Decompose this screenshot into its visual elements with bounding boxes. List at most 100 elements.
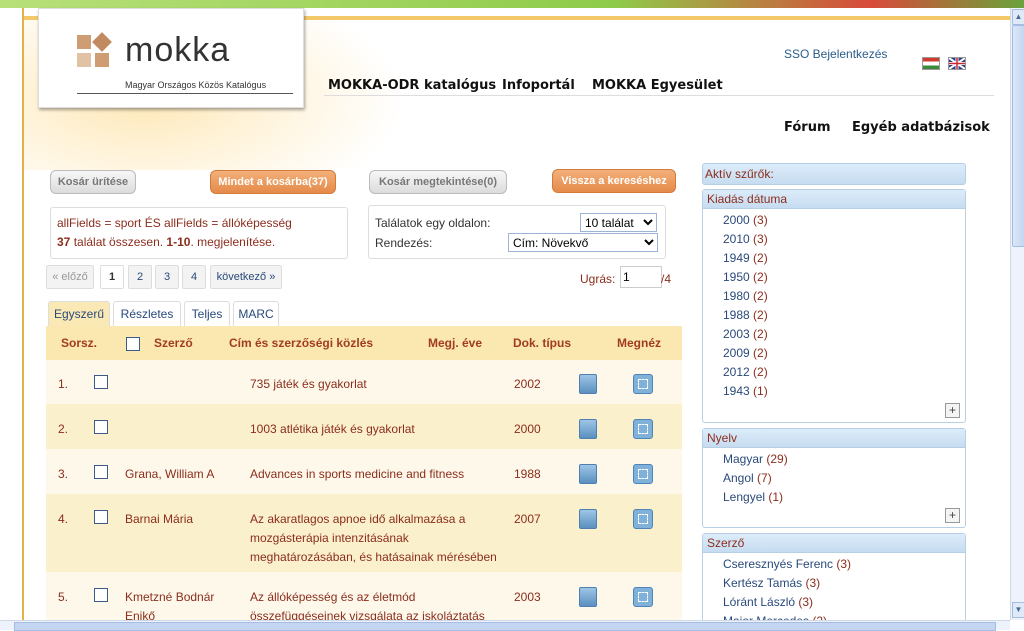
next-page-button[interactable]: következő » bbox=[210, 265, 282, 289]
preview-icon[interactable] bbox=[633, 587, 653, 607]
row-title-line[interactable]: mozgásterápia intenzitásának bbox=[250, 531, 409, 545]
tab-marc[interactable]: MARC bbox=[233, 301, 279, 327]
page-1[interactable]: 1 bbox=[100, 265, 124, 289]
page-frame: mokka Magyar Országos Közös Katalógus MO… bbox=[22, 8, 1016, 629]
facet-item[interactable]: Lengyel (1) bbox=[723, 490, 783, 504]
col-dok-tipus[interactable]: Dok. típus bbox=[513, 336, 571, 350]
horizontal-scrollbar-thumb[interactable] bbox=[14, 622, 996, 631]
book-icon bbox=[579, 419, 597, 439]
page-3[interactable]: 3 bbox=[155, 265, 179, 289]
add-all-to-cart-button[interactable]: Mindet a kosárba(37) bbox=[210, 170, 336, 194]
facet-item[interactable]: 2012 (2) bbox=[723, 365, 768, 379]
nav-infoportal[interactable]: Infoportál bbox=[502, 78, 575, 93]
active-filters-header: Aktív szűrők: bbox=[702, 163, 966, 185]
table-row: 2. 1003 atlétika játék és gyakorlat 2000 bbox=[46, 404, 682, 449]
facet-item[interactable]: Magyar (29) bbox=[723, 452, 788, 466]
tab-egyszeru[interactable]: Egyszerű bbox=[48, 301, 110, 327]
logo-square bbox=[77, 53, 91, 67]
facet-title: Szerző bbox=[703, 534, 965, 553]
row-title[interactable]: Advances in sports medicine and fitness bbox=[250, 467, 464, 481]
facet-item[interactable]: 2010 (3) bbox=[723, 232, 768, 246]
row-title[interactable]: 1003 atlétika játék és gyakorlat bbox=[250, 422, 415, 436]
clear-cart-button[interactable]: Kosár ürítése bbox=[50, 170, 136, 194]
facet-item[interactable]: 2000 (3) bbox=[723, 213, 768, 227]
logo-diamond bbox=[92, 32, 112, 52]
result-count: 37 bbox=[57, 235, 71, 249]
book-icon bbox=[579, 464, 597, 484]
facet-item[interactable]: Lóránt László (3) bbox=[723, 595, 813, 609]
query-summary-box: allFields = sport ÉS allFields = állókép… bbox=[50, 207, 348, 259]
row-year: 2000 bbox=[514, 422, 541, 436]
back-to-search-button[interactable]: Vissza a kereséshez bbox=[552, 169, 676, 193]
facet-item[interactable]: 2003 (2) bbox=[723, 327, 768, 341]
scrollbar-thumb[interactable] bbox=[1012, 25, 1024, 247]
facet-item[interactable]: 1949 (2) bbox=[723, 251, 768, 265]
row-title-line[interactable]: Az állóképesség és az életmód bbox=[250, 590, 415, 604]
english-flag-icon[interactable] bbox=[948, 57, 966, 70]
facet-item[interactable]: Kertész Tamás (3) bbox=[723, 576, 820, 590]
preview-icon[interactable] bbox=[633, 374, 653, 394]
preview-icon[interactable] bbox=[633, 509, 653, 529]
nav-mokka-egyesulet[interactable]: MOKKA Egyesület bbox=[592, 78, 723, 93]
row-checkbox[interactable] bbox=[94, 420, 108, 434]
active-filters-label: Aktív szűrők: bbox=[705, 167, 774, 181]
row-title-line[interactable]: Az akaratlagos apnoe idő alkalmazása a bbox=[250, 512, 465, 526]
row-number: 3. bbox=[58, 467, 69, 481]
row-year: 2007 bbox=[514, 512, 541, 526]
tab-teljes[interactable]: Teljes bbox=[184, 301, 230, 327]
per-page-select[interactable]: 10 találat bbox=[580, 213, 657, 232]
vertical-scrollbar[interactable]: ▲ ▼ bbox=[1010, 8, 1024, 620]
nav-forum[interactable]: Fórum bbox=[784, 120, 831, 135]
sort-label: Rendezés: bbox=[375, 236, 433, 250]
nav-odr-katalogus[interactable]: MOKKA-ODR katalógus bbox=[328, 78, 496, 93]
facet-item[interactable]: 1943 (1) bbox=[723, 384, 768, 398]
row-author[interactable]: Grana, William A bbox=[125, 467, 214, 481]
expand-plus-icon[interactable]: + bbox=[945, 403, 960, 418]
prev-page-button[interactable]: « előző bbox=[46, 265, 94, 289]
jump-page-input[interactable] bbox=[620, 266, 662, 288]
table-row: 4. Barnai Mária Az akaratlagos apnoe idő… bbox=[46, 494, 682, 572]
col-megj-eve[interactable]: Megj. éve bbox=[428, 336, 482, 350]
expand-plus-icon[interactable]: + bbox=[945, 508, 960, 523]
facet-item[interactable]: 1988 (2) bbox=[723, 308, 768, 322]
mokka-logo[interactable]: mokka Magyar Országos Közös Katalógus bbox=[38, 8, 304, 108]
row-checkbox[interactable] bbox=[94, 588, 108, 602]
row-author[interactable]: Barnai Mária bbox=[125, 512, 193, 526]
result-range: 1-10 bbox=[166, 235, 191, 249]
view-cart-button[interactable]: Kosár megtekintése(0) bbox=[369, 170, 507, 194]
row-number: 4. bbox=[58, 512, 69, 526]
logo-brand: mokka bbox=[125, 31, 231, 69]
tab-reszletes[interactable]: Részletes bbox=[113, 301, 181, 327]
facet-item[interactable]: 1950 (2) bbox=[723, 270, 768, 284]
sort-select[interactable]: Cím: Növekvő bbox=[508, 233, 658, 252]
row-title[interactable]: 735 játék és gyakorlat bbox=[250, 377, 367, 391]
row-title-line[interactable]: meghatározásában, és hatásainak mérésébe… bbox=[250, 550, 497, 564]
row-author-line[interactable]: Kmetzné Bodnár bbox=[125, 590, 214, 604]
result-count-text: 37 találat összesen. 1-10. megjelenítése… bbox=[57, 235, 275, 249]
preview-icon[interactable] bbox=[633, 464, 653, 484]
select-all-checkbox[interactable] bbox=[126, 337, 140, 351]
row-number: 2. bbox=[58, 422, 69, 436]
facet-title: Kiadás dátuma bbox=[703, 190, 965, 209]
facet-item[interactable]: 1980 (2) bbox=[723, 289, 768, 303]
col-megnez: Megnéz bbox=[617, 336, 662, 350]
facet-kiadas-datuma: Kiadás dátuma 2000 (3) 2010 (3) 1949 (2)… bbox=[702, 189, 966, 423]
facet-szerzo: Szerző Cseresznyés Ferenc (3) Kertész Ta… bbox=[702, 533, 966, 629]
row-checkbox[interactable] bbox=[94, 510, 108, 524]
sso-login-link[interactable]: SSO Bejelentkezés bbox=[784, 47, 887, 61]
facet-item[interactable]: Cseresznyés Ferenc (3) bbox=[723, 557, 851, 571]
page-4[interactable]: 4 bbox=[182, 265, 206, 289]
row-checkbox[interactable] bbox=[94, 375, 108, 389]
hungarian-flag-icon[interactable] bbox=[922, 57, 940, 70]
nav-egyeb-adatbazisok[interactable]: Egyéb adatbázisok bbox=[852, 120, 990, 135]
facet-nyelv: Nyelv Magyar (29) Angol (7) Lengyel (1) … bbox=[702, 428, 966, 528]
facet-item[interactable]: Angol (7) bbox=[723, 471, 772, 485]
facet-item[interactable]: 2009 (2) bbox=[723, 346, 768, 360]
col-cim[interactable]: Cím és szerzőségi közlés bbox=[229, 336, 373, 350]
scroll-down-icon[interactable]: ▼ bbox=[1012, 602, 1024, 618]
row-checkbox[interactable] bbox=[94, 465, 108, 479]
page-2[interactable]: 2 bbox=[128, 265, 152, 289]
col-szerzo[interactable]: Szerző bbox=[154, 336, 193, 350]
preview-icon[interactable] bbox=[633, 419, 653, 439]
scroll-up-icon[interactable]: ▲ bbox=[1012, 9, 1024, 25]
